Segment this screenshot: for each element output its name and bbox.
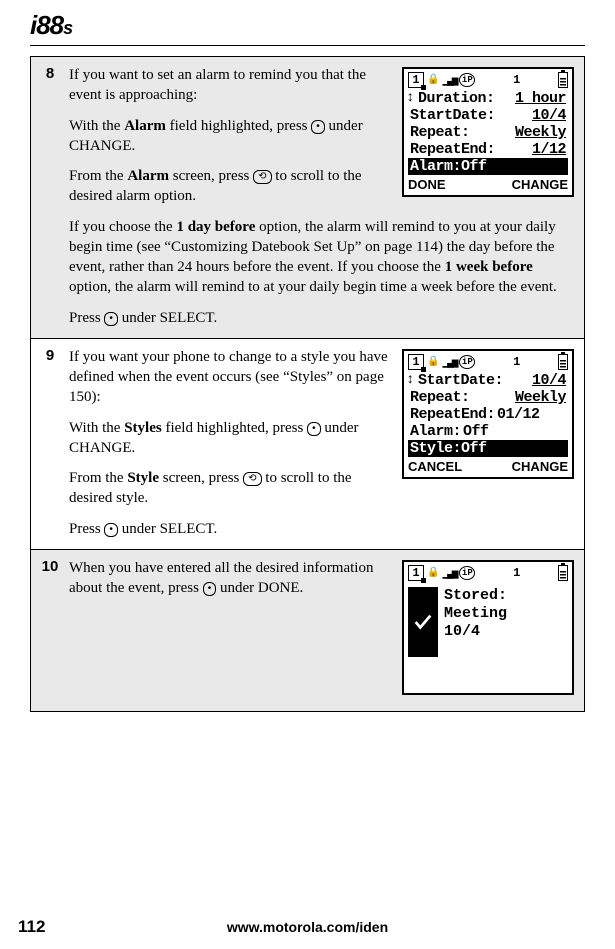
screen-line-repeat: Repeat: Weekly	[408, 389, 568, 406]
active-line-icon: 1	[513, 73, 520, 87]
softkey-icon: •	[104, 312, 118, 326]
screen-line-repeatend: RepeatEnd: 1/12	[408, 141, 568, 158]
softkey-left: DONE	[408, 177, 446, 192]
phone-screen-alarm: 1 🔒 ▁▃▅ iP 1 Duration: 1 hour StartDate:…	[402, 67, 574, 197]
screen-line-repeatend: RepeatEnd:01/12	[408, 406, 568, 423]
scroll-key-icon: ⟲	[243, 472, 261, 486]
lock-icon: 🔒	[427, 567, 439, 579]
battery-icon	[558, 72, 568, 88]
step-8-row: 8 1 🔒 ▁▃▅ iP 1 Duration: 1 hour StartDat…	[31, 57, 584, 338]
phone-screen-stored: 1 🔒 ▁▃▅ iP 1 Stored: Meeting 10	[402, 560, 574, 695]
active-line-icon: 1	[513, 566, 520, 580]
footer-url: www.motorola.com/iden	[0, 919, 615, 935]
ip-icon: iP	[459, 566, 475, 580]
line-indicator-icon: 1	[408, 72, 424, 88]
phone-content: Duration: 1 hour StartDate: 10/4 Repeat:…	[404, 90, 572, 175]
screen-line-alarm: Alarm:Off	[408, 158, 568, 175]
lock-icon: 🔒	[427, 356, 439, 368]
step-number: 9	[31, 339, 69, 549]
line-indicator-icon: 1	[408, 354, 424, 370]
screen-line-duration: Duration: 1 hour	[408, 90, 568, 107]
step-body: 1 🔒 ▁▃▅ iP 1 Duration: 1 hour StartDate:…	[69, 57, 584, 338]
softkey-right: CHANGE	[512, 459, 568, 474]
brand-name: i88	[30, 10, 63, 40]
screen-line-startdate: StartDate: 10/4	[408, 107, 568, 124]
screen-line-style: Style:Off	[408, 440, 568, 457]
step-body: 1 🔒 ▁▃▅ iP 1 Stored: Meeting 10	[69, 550, 584, 711]
phone-content: StartDate: 10/4 Repeat: Weekly RepeatEnd…	[404, 372, 572, 457]
battery-icon	[558, 354, 568, 370]
battery-icon	[558, 565, 568, 581]
step-number: 10	[31, 550, 69, 711]
softkey-icon: •	[203, 582, 217, 596]
checkmark-icon	[408, 587, 438, 657]
active-line-icon: 1	[513, 355, 520, 369]
brand-logo: i88s	[30, 10, 585, 41]
brand-suffix: s	[63, 18, 72, 38]
header-divider	[30, 45, 585, 46]
phone-content: Stored: Meeting 10/4	[404, 583, 572, 693]
step-body: 1 🔒 ▁▃▅ iP 1 StartDate: 10/4 Repeat: Wee…	[69, 339, 584, 549]
lock-icon: 🔒	[427, 74, 439, 86]
step-10-row: 10 1 🔒 ▁▃▅ iP 1	[31, 549, 584, 711]
softkey-icon: •	[311, 120, 325, 134]
page-number: 112	[18, 917, 45, 937]
signal-icon: ▁▃▅	[442, 355, 456, 369]
stored-message: Stored: Meeting 10/4	[444, 587, 507, 641]
signal-icon: ▁▃▅	[442, 73, 456, 87]
phone-softkeys: CANCEL CHANGE	[404, 457, 572, 477]
softkey-icon: •	[104, 523, 118, 537]
phone-softkeys: DONE CHANGE	[404, 175, 572, 195]
softkey-left: CANCEL	[408, 459, 462, 474]
step-9-row: 9 1 🔒 ▁▃▅ iP 1 StartDate: 10/4 Repeat: W…	[31, 338, 584, 549]
softkey-icon: •	[307, 422, 321, 436]
steps-table: 8 1 🔒 ▁▃▅ iP 1 Duration: 1 hour StartDat…	[30, 56, 585, 712]
phone-status-bar: 1 🔒 ▁▃▅ iP 1	[404, 562, 572, 583]
signal-icon: ▁▃▅	[442, 566, 456, 580]
screen-line-startdate: StartDate: 10/4	[408, 372, 568, 389]
phone-screen-style: 1 🔒 ▁▃▅ iP 1 StartDate: 10/4 Repeat: Wee…	[402, 349, 574, 479]
line-indicator-icon: 1	[408, 565, 424, 581]
screen-line-repeat: Repeat: Weekly	[408, 124, 568, 141]
step-number: 8	[31, 57, 69, 338]
phone-status-bar: 1 🔒 ▁▃▅ iP 1	[404, 69, 572, 90]
ip-icon: iP	[459, 355, 475, 369]
screen-line-alarm: Alarm:Off	[408, 423, 568, 440]
phone-status-bar: 1 🔒 ▁▃▅ iP 1	[404, 351, 572, 372]
ip-icon: iP	[459, 73, 475, 87]
softkey-right: CHANGE	[512, 177, 568, 192]
scroll-key-icon: ⟲	[253, 170, 271, 184]
